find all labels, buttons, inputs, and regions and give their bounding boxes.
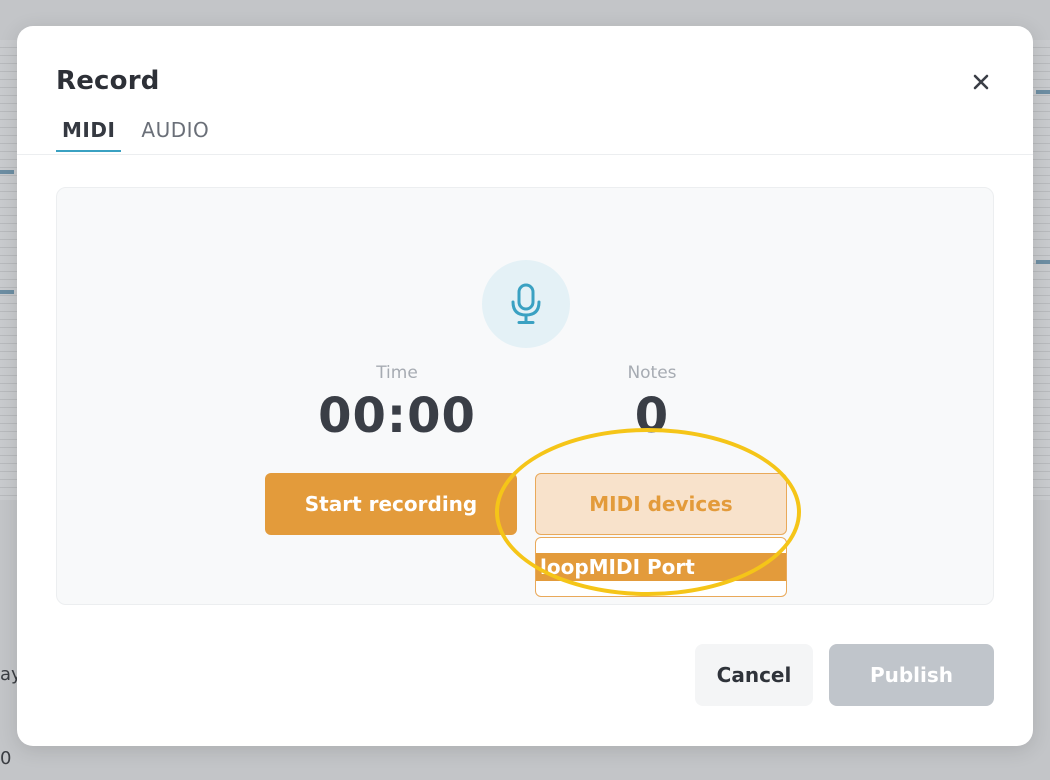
time-label: Time [376, 363, 418, 383]
close-button[interactable] [969, 70, 993, 94]
microphone-badge [482, 260, 570, 348]
time-value: 00:00 [318, 388, 476, 444]
time-stat: Time 00:00 [297, 362, 497, 446]
midi-devices-list: loopMIDI Port [535, 537, 787, 597]
background-text: 0 [0, 748, 12, 769]
recorder-panel: Time 00:00 Notes 0 Start recording MIDI … [56, 187, 994, 605]
background-note-mark [1036, 260, 1050, 264]
record-mode-tabs: MIDI AUDIO [56, 114, 215, 154]
notes-value: 0 [634, 388, 670, 444]
background-note-mark [1036, 90, 1050, 94]
tab-audio[interactable]: AUDIO [135, 114, 215, 152]
microphone-icon [511, 283, 541, 324]
publish-button[interactable]: Publish [829, 644, 994, 706]
notes-label: Notes [627, 363, 677, 383]
background-note-mark [0, 290, 14, 294]
dialog-title: Record [56, 66, 160, 96]
close-icon[interactable] [969, 70, 993, 94]
start-recording-button[interactable]: Start recording [265, 473, 517, 535]
midi-device-option[interactable]: loopMIDI Port [536, 553, 786, 581]
background-note-mark [0, 170, 14, 174]
tab-midi[interactable]: MIDI [56, 114, 122, 152]
record-dialog: Record MIDI AUDIO Time 00:00 Notes 0 Sta… [17, 26, 1033, 746]
tabs-divider [17, 154, 1033, 155]
background-editor-right [1030, 40, 1050, 500]
notes-stat: Notes 0 [552, 362, 752, 446]
midi-devices-button[interactable]: MIDI devices [535, 473, 787, 535]
cancel-button[interactable]: Cancel [695, 644, 813, 706]
